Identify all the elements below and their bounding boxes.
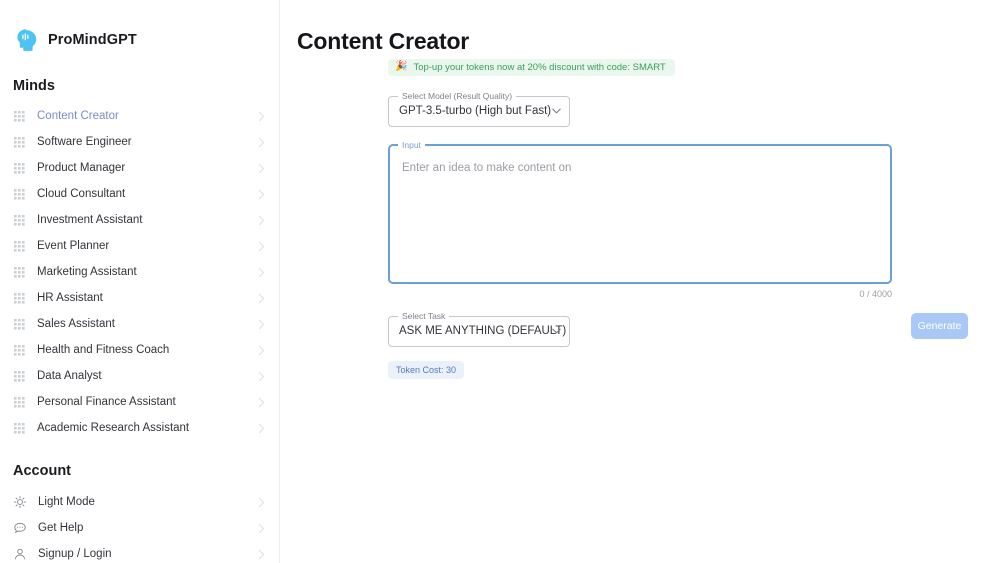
sidebar-item-label: Health and Fitness Coach	[37, 344, 170, 356]
chevron-right-icon	[258, 267, 265, 277]
app-root: ProMindGPT Minds Content Creator Software…	[0, 0, 1000, 563]
account-heading: Account	[13, 463, 71, 479]
drag-handle-grid-icon	[14, 319, 25, 330]
drag-handle-grid-icon	[14, 189, 25, 200]
sidebar-item-label: Signup / Login	[38, 548, 112, 560]
sidebar: ProMindGPT Minds Content Creator Software…	[0, 0, 280, 563]
sidebar-item-label: Light Mode	[38, 496, 95, 508]
sidebar-item-label: Personal Finance Assistant	[37, 396, 176, 408]
drag-handle-grid-icon	[14, 293, 25, 304]
sidebar-item-label: Marketing Assistant	[37, 266, 137, 278]
chevron-right-icon	[258, 345, 265, 355]
generate-button[interactable]: Generate	[911, 313, 968, 339]
chevron-right-icon	[258, 111, 265, 121]
sidebar-item-product-manager[interactable]: Product Manager	[0, 155, 279, 181]
chevron-right-icon	[258, 137, 265, 147]
sidebar-item-label: Event Planner	[37, 240, 110, 252]
sidebar-item-label: Academic Research Assistant	[37, 422, 190, 434]
chevron-right-icon	[258, 549, 265, 559]
drag-handle-grid-icon	[14, 423, 25, 434]
chevron-right-icon	[258, 189, 265, 199]
task-select[interactable]: Select Task ASK ME ANYTHING (DEFAULT)	[388, 310, 570, 347]
sidebar-item-label: HR Assistant	[37, 292, 103, 304]
sidebar-item-marketing-assistant[interactable]: Marketing Assistant	[0, 259, 279, 285]
sidebar-item-investment-assistant[interactable]: Investment Assistant	[0, 207, 279, 233]
account-list: Light Mode Get Help Signup / Login	[0, 489, 279, 563]
sidebar-item-label: Get Help	[38, 522, 84, 534]
minds-heading: Minds	[13, 78, 55, 94]
chevron-right-icon	[258, 163, 265, 173]
sun-icon	[13, 495, 27, 509]
model-select[interactable]: Select Model (Result Quality) GPT-3.5-tu…	[388, 90, 570, 127]
chevron-right-icon	[258, 241, 265, 251]
sidebar-item-event-planner[interactable]: Event Planner	[0, 233, 279, 259]
drag-handle-grid-icon	[14, 215, 25, 226]
model-select-value: GPT-3.5-turbo (High but Fast)	[399, 105, 552, 117]
party-popper-icon: 🎉	[395, 61, 408, 72]
brand[interactable]: ProMindGPT	[0, 0, 279, 56]
drag-handle-grid-icon	[14, 163, 25, 174]
sidebar-item-label: Content Creator	[37, 110, 119, 122]
sidebar-item-data-analyst[interactable]: Data Analyst	[0, 363, 279, 389]
sidebar-item-content-creator[interactable]: Content Creator	[0, 103, 279, 129]
input-placeholder: Enter an idea to make content on	[402, 161, 572, 174]
model-select-label: Select Model (Result Quality)	[398, 90, 517, 102]
sidebar-item-light-mode[interactable]: Light Mode	[0, 489, 279, 515]
character-counter: 0 / 4000	[859, 288, 892, 299]
chevron-right-icon	[258, 523, 265, 533]
sidebar-item-personal-finance-assistant[interactable]: Personal Finance Assistant	[0, 389, 279, 415]
drag-handle-grid-icon	[14, 397, 25, 408]
drag-handle-grid-icon	[14, 345, 25, 356]
sidebar-item-label: Software Engineer	[37, 136, 132, 148]
chevron-right-icon	[258, 293, 265, 303]
chevron-right-icon	[258, 371, 265, 381]
drag-handle-grid-icon	[14, 111, 25, 122]
minds-list: Content Creator Software Engineer Product …	[0, 103, 279, 441]
chat-bubble-icon	[14, 522, 26, 533]
sidebar-item-get-help[interactable]: Get Help	[0, 515, 279, 541]
chevron-down-icon	[552, 328, 561, 334]
sidebar-item-academic-research-assistant[interactable]: Academic Research Assistant	[0, 415, 279, 441]
chevron-right-icon	[258, 423, 265, 433]
sidebar-item-label: Data Analyst	[37, 370, 102, 382]
drag-handle-grid-icon	[14, 371, 25, 382]
drag-handle-grid-icon	[14, 137, 25, 148]
person-icon	[15, 548, 25, 560]
page-title: Content Creator	[297, 28, 470, 54]
input-textarea[interactable]: Input Enter an idea to make content on	[388, 139, 892, 284]
sidebar-item-label: Product Manager	[37, 162, 126, 174]
sidebar-item-hr-assistant[interactable]: HR Assistant	[0, 285, 279, 311]
chevron-right-icon	[258, 319, 265, 329]
chevron-down-icon	[552, 108, 561, 114]
sidebar-item-software-engineer[interactable]: Software Engineer	[0, 129, 279, 155]
form-column: 🎉 Top-up your tokens now at 20% discount…	[388, 56, 998, 379]
sidebar-item-health-and-fitness-coach[interactable]: Health and Fitness Coach	[0, 337, 279, 363]
promo-text: Top-up your tokens now at 20% discount w…	[413, 61, 666, 73]
sidebar-item-signup-login[interactable]: Signup / Login	[0, 541, 279, 563]
token-cost-badge: Token Cost: 30	[388, 360, 465, 379]
brand-name: ProMindGPT	[48, 32, 137, 48]
task-select-value: ASK ME ANYTHING (DEFAULT)	[399, 325, 567, 337]
drag-handle-grid-icon	[14, 241, 25, 252]
input-label: Input	[398, 139, 425, 151]
chevron-right-icon	[258, 497, 265, 507]
sidebar-item-label: Investment Assistant	[37, 214, 143, 226]
promo-banner[interactable]: 🎉 Top-up your tokens now at 20% discount…	[388, 58, 675, 76]
chevron-right-icon	[258, 215, 265, 225]
mind-head-icon	[17, 29, 37, 51]
chevron-right-icon	[258, 397, 265, 407]
sidebar-item-label: Sales Assistant	[37, 318, 115, 330]
drag-handle-grid-icon	[14, 267, 25, 278]
task-select-label: Select Task	[398, 310, 450, 322]
sidebar-item-sales-assistant[interactable]: Sales Assistant	[0, 311, 279, 337]
sidebar-item-label: Cloud Consultant	[37, 188, 126, 200]
sidebar-item-cloud-consultant[interactable]: Cloud Consultant	[0, 181, 279, 207]
main-content: Content Creator 🎉 Top-up your tokens now…	[280, 0, 1000, 563]
